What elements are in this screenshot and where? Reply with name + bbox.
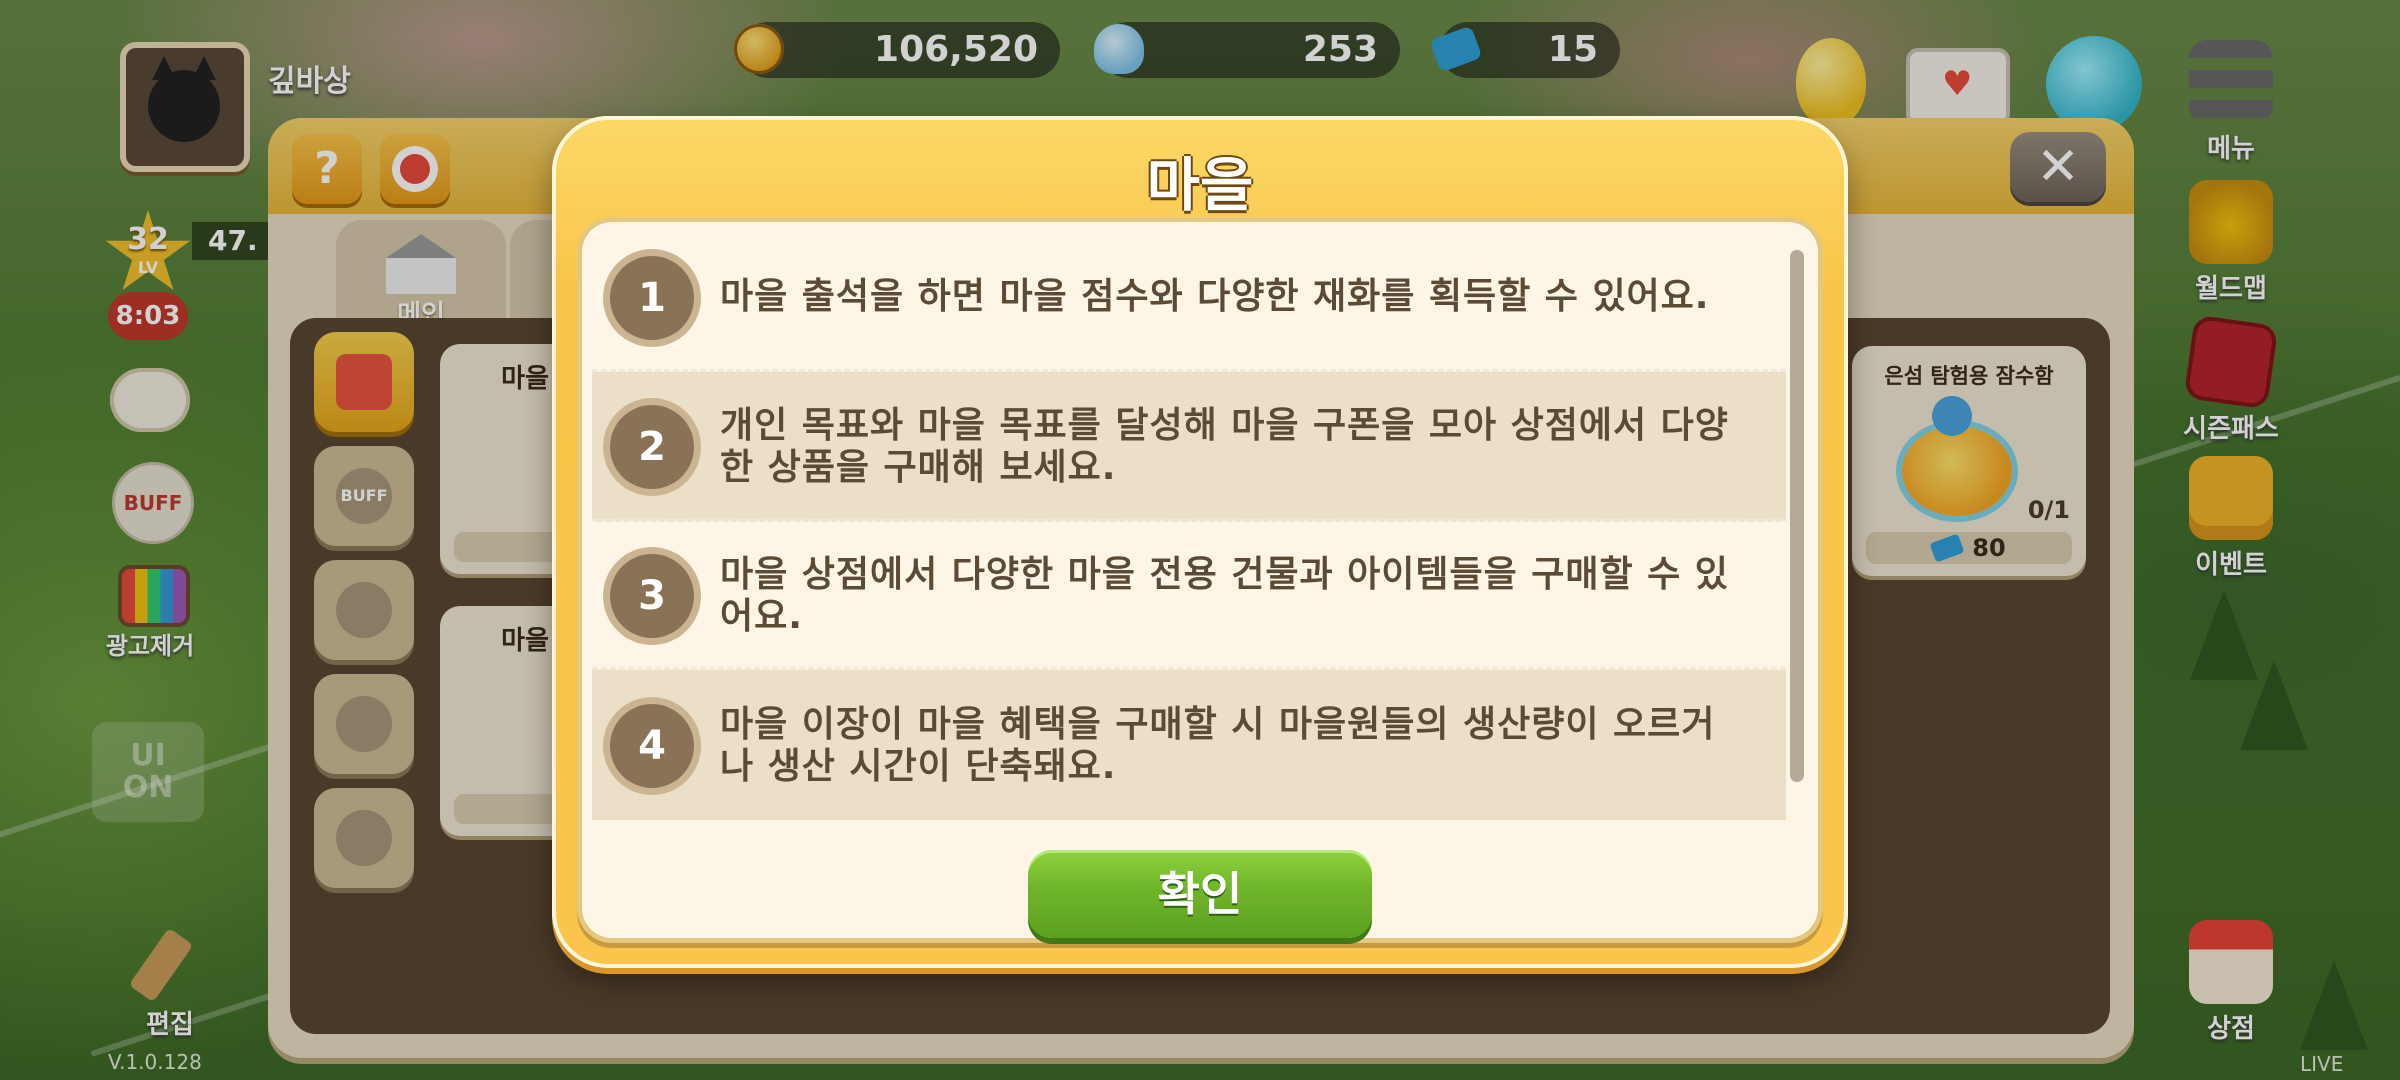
item-text: 개인 목표와 마을 목표를 달성해 마을 구폰을 모아 상점에서 다양한 상품을… [720,405,1729,488]
list-item: 2 개인 목표와 마을 목표를 달성해 마을 구폰을 모아 상점에서 다양한 상… [592,372,1786,522]
item-text: 마을 이장이 마을 혜택을 구매할 시 마을원들의 생산량이 오르거나 생산 시… [720,704,1716,787]
scrollbar[interactable] [1790,250,1804,782]
list-item: 3 마을 상점에서 다양한 마을 전용 건물과 아이템들을 구매할 수 있어요. [592,522,1786,670]
item-number-badge: 4 [610,704,694,788]
list-item: 1 마을 출석을 하면 마을 점수와 다양한 재화를 획득할 수 있어요. [592,222,1786,372]
list-item: 4 마을 이장이 마을 혜택을 구매할 시 마을원들의 생산량이 오르거나 생산… [592,670,1786,820]
info-list[interactable]: 1 마을 출석을 하면 마을 점수와 다양한 재화를 획득할 수 있어요. 2 … [582,222,1818,938]
confirm-button[interactable]: 확인 [1028,850,1372,938]
item-text: 마을 상점에서 다양한 마을 전용 건물과 아이템들을 구매할 수 있어요. [720,554,1729,637]
item-number-badge: 3 [610,554,694,638]
scrollbar-thumb[interactable] [1790,250,1804,782]
village-info-modal: 마을 1 마을 출석을 하면 마을 점수와 다양한 재화를 획득할 수 있어요.… [552,116,1848,968]
modal-title: 마을 [1146,151,1254,219]
item-number-badge: 2 [610,405,694,489]
item-number-badge: 1 [610,256,694,340]
item-text: 마을 출석을 하면 마을 점수와 다양한 재화를 획득할 수 있어요. [720,276,1710,317]
